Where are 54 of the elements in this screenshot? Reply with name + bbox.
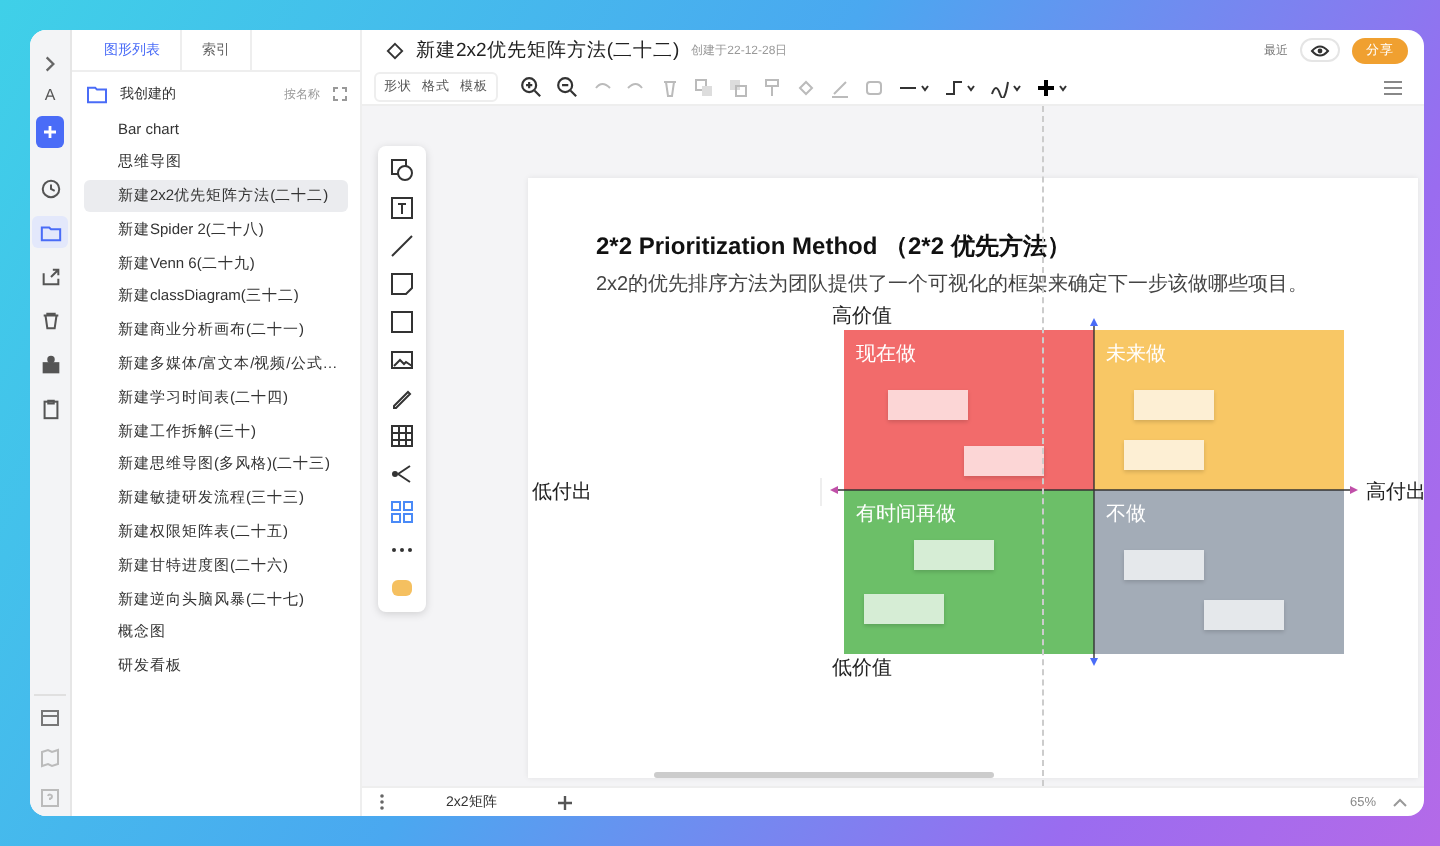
add-page-icon[interactable] — [556, 793, 575, 811]
font-letter[interactable]: A — [44, 86, 56, 104]
history-icon — [39, 177, 61, 199]
line-icon[interactable] — [390, 234, 414, 258]
sticky-note — [914, 540, 994, 570]
quadrant-label: 有时间再做 — [856, 501, 956, 528]
sticky-note — [888, 390, 968, 420]
folder-icon — [86, 85, 108, 103]
connector-icon[interactable] — [944, 77, 976, 97]
image-icon[interactable] — [390, 348, 414, 372]
insert-icon[interactable] — [1036, 77, 1068, 97]
sticky-note — [1124, 440, 1204, 470]
expand-icon[interactable] — [332, 86, 348, 102]
sticky-note — [1134, 390, 1214, 420]
shapes-icon[interactable] — [390, 158, 414, 182]
axis-label: 高价值 — [832, 303, 892, 330]
outline-icon[interactable] — [1382, 77, 1404, 97]
add-button[interactable] — [36, 116, 64, 148]
quadrant-label: 未来做 — [1106, 341, 1166, 368]
pencil-icon[interactable] — [390, 386, 414, 410]
diagram-title: 2*2 Prioritization Method （2*2 优先方法） — [596, 230, 1073, 264]
panel-icon[interactable] — [40, 708, 60, 728]
collapse-icon[interactable] — [40, 54, 60, 74]
zoom-in-icon[interactable] — [520, 76, 542, 98]
zoom-out-icon[interactable] — [556, 76, 578, 98]
axis-label: 低付出 — [532, 478, 822, 506]
mindmap-icon[interactable] — [390, 462, 414, 486]
more-icon[interactable] — [378, 792, 386, 812]
share-icon — [39, 265, 61, 287]
scrollbar[interactable] — [654, 772, 994, 778]
sticky-note — [1204, 600, 1284, 630]
caret-icon[interactable] — [1392, 796, 1408, 808]
sticky-note — [964, 446, 1044, 476]
axis-label: 高付出 — [1366, 478, 1424, 506]
eye-icon — [1310, 43, 1330, 57]
text-icon[interactable] — [390, 196, 414, 220]
diagram-description: 2x2的优先排序方法为团队提供了一个可视化的框架来确定下一步该做哪些项目。 — [596, 271, 1311, 298]
plus-icon — [42, 124, 58, 140]
folder-icon — [39, 221, 61, 243]
preview-button[interactable] — [1300, 38, 1340, 62]
rectangle-icon[interactable] — [390, 310, 414, 334]
document-icon — [386, 41, 404, 59]
clipboard-icon — [39, 397, 61, 419]
axis-label: 低价值 — [832, 656, 892, 682]
grid-icon[interactable] — [390, 500, 414, 524]
quadrant-label: 现在做 — [856, 342, 916, 368]
trash-icon — [39, 309, 61, 331]
document-title: 新建2x2优先矩阵方法(二十二) — [416, 37, 680, 63]
sticky-note — [864, 594, 944, 624]
quadrant-label: 不做 — [1106, 502, 1146, 528]
table-icon[interactable] — [390, 424, 414, 448]
sticky-note — [1124, 550, 1204, 580]
folder-nav-button[interactable] — [32, 216, 68, 248]
sticky-note-icon[interactable] — [390, 272, 414, 296]
